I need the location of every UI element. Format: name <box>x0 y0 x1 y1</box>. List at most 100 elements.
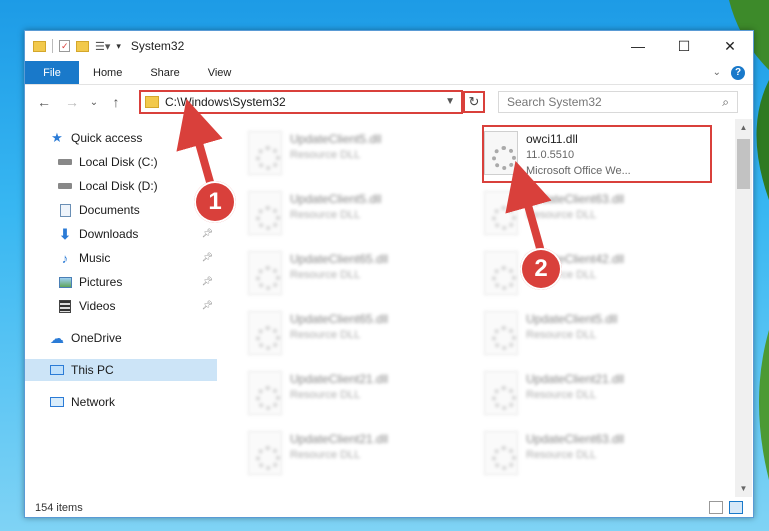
file-type: Resource DLL <box>526 329 597 341</box>
window-title: System32 <box>130 39 185 53</box>
callout-2: 2 <box>520 248 562 290</box>
pin-icon[interactable]: 📌︎ <box>202 228 213 239</box>
pin-icon[interactable]: 📌︎ <box>202 276 213 287</box>
maximize-button[interactable]: ☐ <box>661 31 707 61</box>
address-path[interactable]: C:\Windows\System32 <box>165 95 286 109</box>
file-tile[interactable]: UpdateClient63.dll Resource DLL <box>466 427 696 479</box>
sidebar-item-downloads[interactable]: ⬇ Downloads 📌︎ <box>25 223 217 245</box>
file-tile[interactable]: UpdateClient21.dll Resource DLL <box>230 367 460 419</box>
search-input[interactable]: Search System32 ⌕ <box>498 91 738 113</box>
sidebar-item-label: Local Disk (C:) <box>79 155 158 169</box>
sidebar-item-network[interactable]: Network <box>25 391 217 413</box>
scroll-down-icon[interactable]: ▼ <box>735 480 752 497</box>
dll-file-icon <box>484 431 518 475</box>
quick-access-toolbar: ✓ ☰▾ ▾ <box>25 39 121 53</box>
dll-file-icon <box>248 311 282 355</box>
sidebar-item-quick-access[interactable]: ★ Quick access <box>25 127 217 149</box>
file-type: Resource DLL <box>526 449 597 461</box>
close-button[interactable]: ✕ <box>707 31 753 61</box>
address-bar[interactable]: C:\Windows\System32 ▼ <box>139 90 463 114</box>
chevron-down-icon[interactable]: ▼ <box>445 96 455 107</box>
back-button[interactable]: ← <box>33 94 55 110</box>
sidebar-item-pictures[interactable]: Pictures 📌︎ <box>25 271 217 293</box>
dll-file-icon <box>248 371 282 415</box>
network-icon <box>49 395 65 409</box>
help-icon[interactable]: ? <box>731 65 745 80</box>
file-tile[interactable]: UpdateClient5.dll Resource DLL <box>466 307 696 359</box>
recent-locations-button[interactable]: ⌄ <box>83 97 105 108</box>
status-bar: 154 items <box>25 497 753 519</box>
sidebar-item-documents[interactable]: Documents <box>25 199 217 221</box>
navigation-bar: ← → ⌄ ↑ C:\Windows\System32 ▼ ↻ Search S… <box>25 87 753 117</box>
sidebar-item-music[interactable]: ♪ Music 📌︎ <box>25 247 217 269</box>
forward-button[interactable]: → <box>61 94 83 110</box>
sidebar-item-label: OneDrive <box>71 331 122 345</box>
sidebar-item-label: This PC <box>71 363 114 377</box>
star-icon: ★ <box>51 130 63 145</box>
videos-icon <box>57 299 73 313</box>
drive-icon <box>57 155 73 169</box>
view-switcher <box>709 501 743 514</box>
dll-file-icon <box>484 371 518 415</box>
file-name: UpdateClient5.dll <box>526 312 618 326</box>
file-type: Resource DLL <box>526 389 597 401</box>
sidebar-item-local-disk-c[interactable]: Local Disk (C:) <box>25 151 217 173</box>
new-folder-icon[interactable] <box>76 40 89 52</box>
tab-share[interactable]: Share <box>136 61 193 84</box>
drive-icon <box>57 179 73 193</box>
toolbar-separator <box>52 39 53 53</box>
scroll-thumb[interactable] <box>737 139 750 189</box>
properties-icon[interactable]: ✓ <box>59 40 70 52</box>
tab-view[interactable]: View <box>194 61 246 84</box>
refresh-button[interactable]: ↻ <box>463 91 485 113</box>
scroll-up-icon[interactable]: ▲ <box>735 119 752 136</box>
pin-icon[interactable]: 📌︎ <box>202 252 213 263</box>
file-tile[interactable]: UpdateClient21.dll Resource DLL <box>466 367 696 419</box>
sidebar-item-label: Music <box>79 251 111 265</box>
file-tile[interactable]: UpdateClient42.dll Resource DLL <box>466 247 696 299</box>
pin-icon[interactable]: 📌︎ <box>202 300 213 311</box>
file-tile[interactable]: UpdateClient5.dll Resource DLL <box>230 187 460 239</box>
dll-file-icon <box>248 431 282 475</box>
file-list: UpdateClient5.dll Resource DLL UpdateClie… <box>230 123 735 501</box>
sidebar-item-videos[interactable]: Videos 📌︎ <box>25 295 217 317</box>
search-icon[interactable]: ⌕ <box>722 95 729 110</box>
view-options-icon[interactable]: ☰▾ <box>95 40 110 53</box>
file-tile[interactable]: UpdateClient21.dll Resource DLL <box>230 427 460 479</box>
sidebar-item-local-disk-d[interactable]: Local Disk (D:) <box>25 175 217 197</box>
file-name: UpdateClient21.dll <box>526 372 625 386</box>
expand-ribbon-icon[interactable]: ⌄ <box>713 67 721 78</box>
callout-1: 1 <box>194 181 236 223</box>
sidebar-item-this-pc[interactable]: This PC <box>25 359 217 381</box>
up-button[interactable]: ↑ <box>105 94 127 110</box>
tab-file[interactable]: File <box>25 61 79 84</box>
file-name: UpdateClient63.dll <box>526 432 625 446</box>
file-name: UpdateClient65.dll <box>290 312 389 326</box>
sidebar-item-label: Downloads <box>79 227 139 241</box>
file-type: Resource DLL <box>290 269 361 281</box>
customize-toolbar-icon[interactable]: ▾ <box>116 41 121 52</box>
vertical-scrollbar[interactable]: ▲ ▼ <box>735 119 752 497</box>
file-tile[interactable]: UpdateClient65.dll Resource DLL <box>230 247 460 299</box>
window-controls: — ☐ ✕ <box>615 31 753 61</box>
file-tile[interactable]: UpdateClient65.dll Resource DLL <box>230 307 460 359</box>
tab-home[interactable]: Home <box>79 61 136 84</box>
file-type: Resource DLL <box>290 389 361 401</box>
sidebar-item-label: Network <box>71 395 116 409</box>
sidebar-item-onedrive[interactable]: ☁ OneDrive <box>25 327 217 349</box>
explorer-window: ✓ ☰▾ ▾ System32 — ☐ ✕ File Home Share Vi… <box>24 30 754 518</box>
dll-file-icon <box>484 191 518 235</box>
file-type: Resource DLL <box>290 209 361 221</box>
folder-icon <box>145 96 159 108</box>
folder-icon[interactable] <box>33 40 46 52</box>
minimize-button[interactable]: — <box>615 31 661 61</box>
file-tile[interactable]: UpdateClient63.dll Resource DLL <box>466 187 696 239</box>
file-type: Resource DLL <box>290 449 361 461</box>
file-highlight-box <box>482 125 712 183</box>
sidebar-item-label: Quick access <box>71 131 143 145</box>
tiles-view-icon[interactable] <box>729 501 743 514</box>
download-icon: ⬇ <box>59 225 71 242</box>
music-icon: ♪ <box>61 250 69 266</box>
details-view-icon[interactable] <box>709 501 723 514</box>
file-tile[interactable]: UpdateClient5.dll Resource DLL <box>230 127 460 179</box>
